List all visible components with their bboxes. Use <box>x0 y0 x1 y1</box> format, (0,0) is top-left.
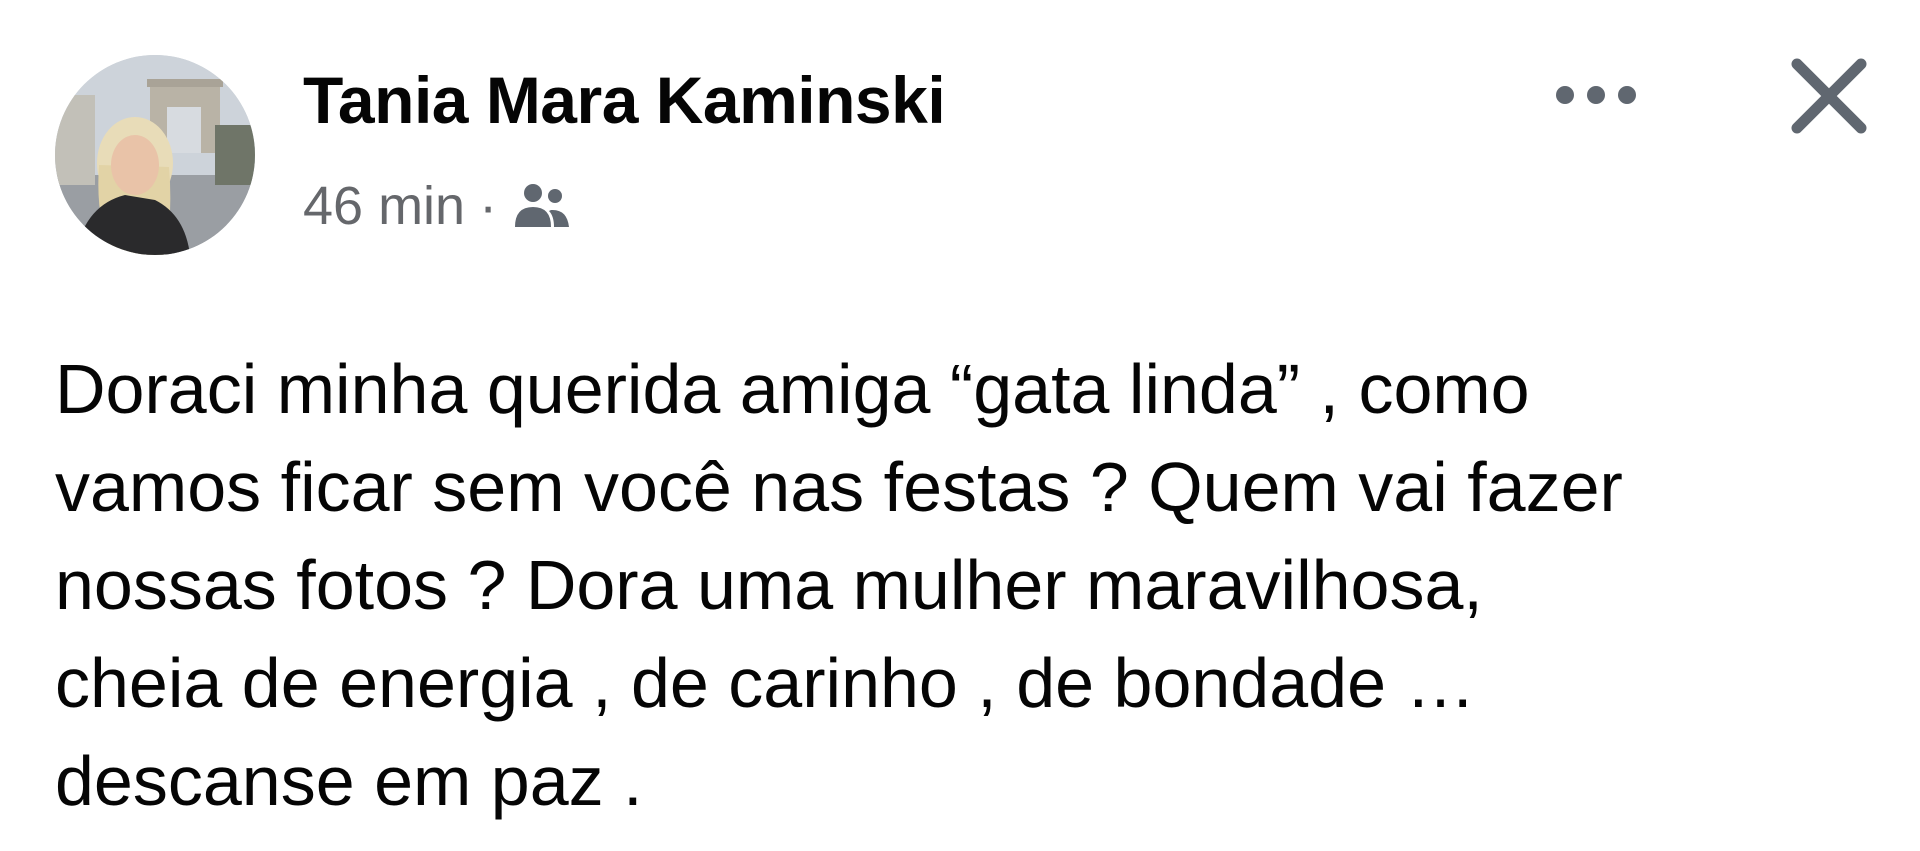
post-card: Tania Mara Kaminski 46 min · Doraci minh… <box>0 0 1920 851</box>
post-text-line: descanse em paz . <box>55 742 643 820</box>
more-options-button[interactable] <box>1548 70 1644 120</box>
post-text-line: nossas fotos ? Dora uma mulher maravilho… <box>55 546 1483 624</box>
post-text-line: Doraci minha querida amiga “gata linda” … <box>55 350 1530 428</box>
author-name[interactable]: Tania Mara Kaminski <box>303 62 946 138</box>
friends-icon[interactable] <box>511 181 573 231</box>
close-icon <box>1791 58 1867 134</box>
avatar-photo <box>55 55 255 255</box>
ellipsis-icon <box>1556 86 1636 104</box>
close-button[interactable] <box>1788 55 1870 137</box>
post-body: Doraci minha querida amiga “gata linda” … <box>55 340 1875 830</box>
post-text-line: vamos ficar sem você nas festas ? Quem v… <box>55 448 1623 526</box>
post-text-line: cheia de energia , de carinho , de bonda… <box>55 644 1476 722</box>
meta-separator: · <box>479 176 498 236</box>
post-meta: 46 min · <box>303 175 573 237</box>
post-timestamp[interactable]: 46 min <box>303 175 465 237</box>
author-avatar[interactable] <box>55 55 255 255</box>
